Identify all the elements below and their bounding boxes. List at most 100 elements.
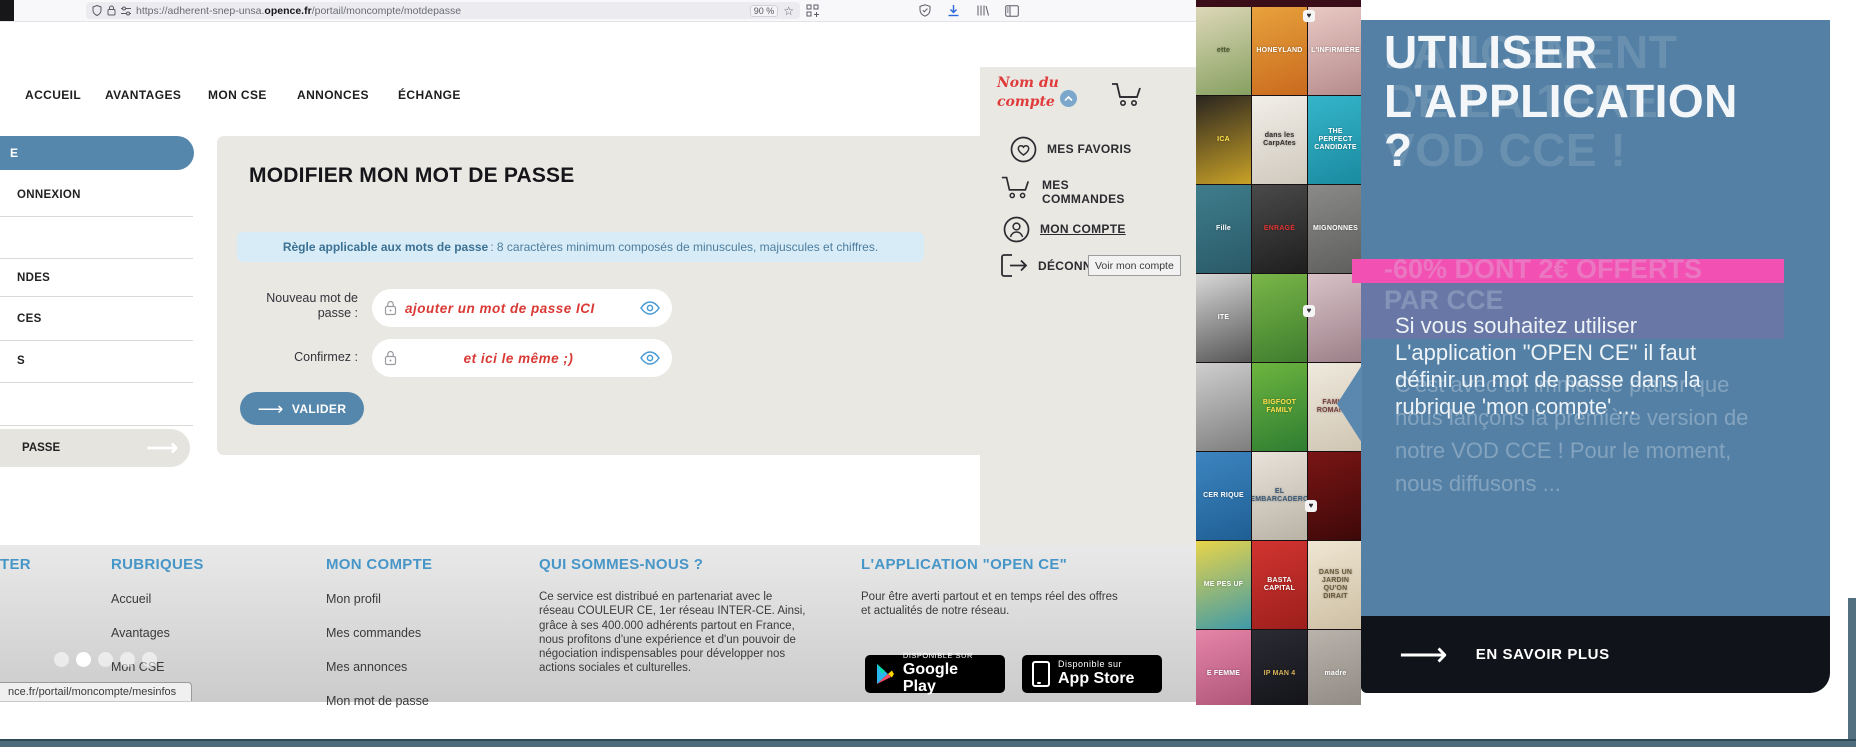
sidebar-divider <box>0 296 193 297</box>
menu-item-mon-compte[interactable]: MON COMPTE <box>1003 216 1126 243</box>
menu-label: DÉCONN <box>1038 259 1092 273</box>
download-icon[interactable] <box>947 4 960 17</box>
sidebar-item-active[interactable]: E <box>0 136 194 170</box>
chevron-up-icon[interactable] <box>1060 90 1077 107</box>
url-text[interactable]: https://adherent-snep-unsa.opence.fr/por… <box>136 5 745 17</box>
poster-tile[interactable]: madre <box>1308 630 1361 705</box>
bottom-bar <box>0 739 1856 747</box>
carousel-dot[interactable] <box>142 652 157 667</box>
overlay-notch <box>1337 365 1362 443</box>
protections-shield-icon[interactable] <box>919 4 931 17</box>
sidebar-item-commandes[interactable]: NDES <box>17 272 50 284</box>
menu-item-deconnexion[interactable]: DÉCONN <box>1000 253 1092 278</box>
carousel-dot[interactable] <box>54 652 69 667</box>
badge-big-text: Google Play <box>902 660 959 696</box>
menu-label: MON COMPTE <box>1040 222 1126 236</box>
poster-tile[interactable]: dans les CarpAtes <box>1252 96 1307 184</box>
window-corner-chip <box>0 0 14 21</box>
carousel-dot[interactable] <box>120 652 135 667</box>
favorite-icon[interactable]: ♥ <box>1303 305 1315 317</box>
poster-tile[interactable]: HONEYLAND <box>1252 7 1307 95</box>
eye-icon[interactable] <box>640 301 660 315</box>
google-play-icon <box>876 664 894 684</box>
sidebar-item-connexion[interactable]: ONNEXION <box>17 189 81 201</box>
poster-tile[interactable]: ITE <box>1196 274 1251 362</box>
confirm-password-field[interactable]: et ici le même ;) <box>372 339 672 377</box>
footer-heading-rubriques: RUBRIQUES <box>111 556 204 573</box>
arrow-right-icon: ⟶ <box>1399 635 1448 674</box>
nav-item-annonces[interactable]: ANNONCES <box>297 88 369 102</box>
carousel-dot[interactable] <box>76 652 91 667</box>
nav-item-avantages[interactable]: AVANTAGES <box>105 88 181 102</box>
footer-link[interactable]: Mon profil <box>326 592 429 606</box>
poster-tile[interactable]: ME PES UF <box>1196 541 1251 629</box>
nav-item-mon-cse[interactable]: MON CSE <box>208 88 267 102</box>
zoom-level-badge[interactable]: 90 % <box>749 4 779 17</box>
toolbar-icons <box>800 2 1019 19</box>
tune-icon[interactable] <box>121 6 131 16</box>
sidebar-item-annonces[interactable]: CES <box>17 313 42 325</box>
poster-tile[interactable] <box>1308 274 1361 362</box>
promo-title: UTILISER L'APPLICATION ? <box>1384 26 1738 176</box>
carousel-dot[interactable] <box>98 652 113 667</box>
bookmark-star-icon[interactable]: ☆ <box>783 5 794 17</box>
sidebar-icon[interactable] <box>1005 4 1019 17</box>
valider-button[interactable]: ⟶ VALIDER <box>240 392 364 425</box>
poster-tile[interactable]: BIGFOOT FAMILY <box>1252 363 1307 451</box>
extension-icon[interactable] <box>806 4 819 17</box>
poster-tile[interactable]: ICA <box>1196 96 1251 184</box>
phone-icon <box>1032 661 1050 687</box>
sidebar-active-label: E <box>10 146 19 160</box>
poster-tile[interactable]: EL EMBARCADERO <box>1252 452 1307 540</box>
cart-icon[interactable] <box>1110 80 1144 113</box>
poster-tile[interactable]: CER RIQUE <box>1196 452 1251 540</box>
footer-link[interactable]: Accueil <box>111 592 170 606</box>
footer-link[interactable]: Mon mot de passe <box>326 694 429 708</box>
google-play-badge[interactable]: DISPONIBLE SUR Google Play <box>865 652 1005 696</box>
favorite-icon[interactable]: ♥ <box>1305 500 1317 512</box>
address-bar[interactable]: https://adherent-snep-unsa.opence.fr/por… <box>86 2 800 19</box>
lock-icon <box>107 5 116 16</box>
poster-tile[interactable]: L'INFIRMIÈRE <box>1308 7 1361 95</box>
app-store-badge[interactable]: Disponible sur App Store <box>1022 655 1162 693</box>
password-rule-banner: Règle applicable aux mots de passe : 8 c… <box>237 232 924 262</box>
carousel-dots <box>54 652 157 667</box>
poster-tile[interactable]: ENRAGÉ <box>1252 185 1307 273</box>
poster-tile[interactable]: E FEMME <box>1196 630 1251 705</box>
menu-item-mes-favoris[interactable]: MES FAVORIS <box>1010 136 1131 163</box>
sidebar-divider <box>0 340 193 341</box>
poster-tile[interactable]: DANS UN JARDIN QU'ON DIRAIT <box>1308 541 1361 629</box>
right-edge-strip <box>1848 598 1856 747</box>
poster-tile[interactable] <box>1252 274 1307 362</box>
poster-tile[interactable] <box>1308 452 1361 540</box>
menu-item-mes-commandes[interactable]: MES COMMANDES <box>1000 172 1125 206</box>
library-icon[interactable] <box>976 4 989 17</box>
valider-label: VALIDER <box>291 401 347 416</box>
poster-tile[interactable]: THE PERFECT CANDIDATE <box>1308 96 1361 184</box>
page-title: MODIFIER MON MOT DE PASSE <box>249 164 575 187</box>
poster-tile[interactable]: IP MAN 4 <box>1252 630 1307 705</box>
sidebar-item-infos[interactable]: S <box>17 355 25 367</box>
nav-item-accueil[interactable]: ACCUEIL <box>25 88 81 102</box>
poster-tile[interactable] <box>1196 363 1251 451</box>
nav-item-echange[interactable]: ÉCHANGE <box>398 88 461 102</box>
footer-link[interactable]: Avantages <box>111 626 170 640</box>
vod-poster-wall[interactable]: ette HONEYLAND L'INFIRMIÈRE ICA dans les Car… <box>1196 0 1361 705</box>
poster-tile[interactable]: Fille <box>1196 185 1251 273</box>
en-savoir-plus-button[interactable]: ⟶ EN SAVOIR PLUS <box>1361 616 1830 693</box>
poster-tile[interactable]: BASTA CAPITAL <box>1252 541 1307 629</box>
sidebar-item-mot-de-passe[interactable]: PASSE ⟶ <box>0 429 190 467</box>
new-password-field[interactable]: ajouter un mot de passe ICI <box>372 289 672 327</box>
poster-grid: ette HONEYLAND L'INFIRMIÈRE ICA dans les Car… <box>1196 7 1361 705</box>
poster-tile[interactable]: ette <box>1196 7 1251 95</box>
confirm-password-annotation: et ici le même ;) <box>463 350 574 366</box>
footer-link[interactable]: Mes annonces <box>326 660 429 674</box>
eye-icon[interactable] <box>640 351 660 365</box>
account-name[interactable]: Nom du compte <box>997 74 1067 112</box>
favorite-icon[interactable]: ♥ <box>1303 10 1315 22</box>
new-password-annotation: ajouter un mot de passe ICI <box>405 300 595 316</box>
user-circle-icon <box>1003 216 1030 243</box>
confirm-password-label: Confirmez : <box>294 350 358 364</box>
menu-label: MES FAVORIS <box>1047 142 1132 156</box>
footer-link[interactable]: Mes commandes <box>326 626 429 640</box>
